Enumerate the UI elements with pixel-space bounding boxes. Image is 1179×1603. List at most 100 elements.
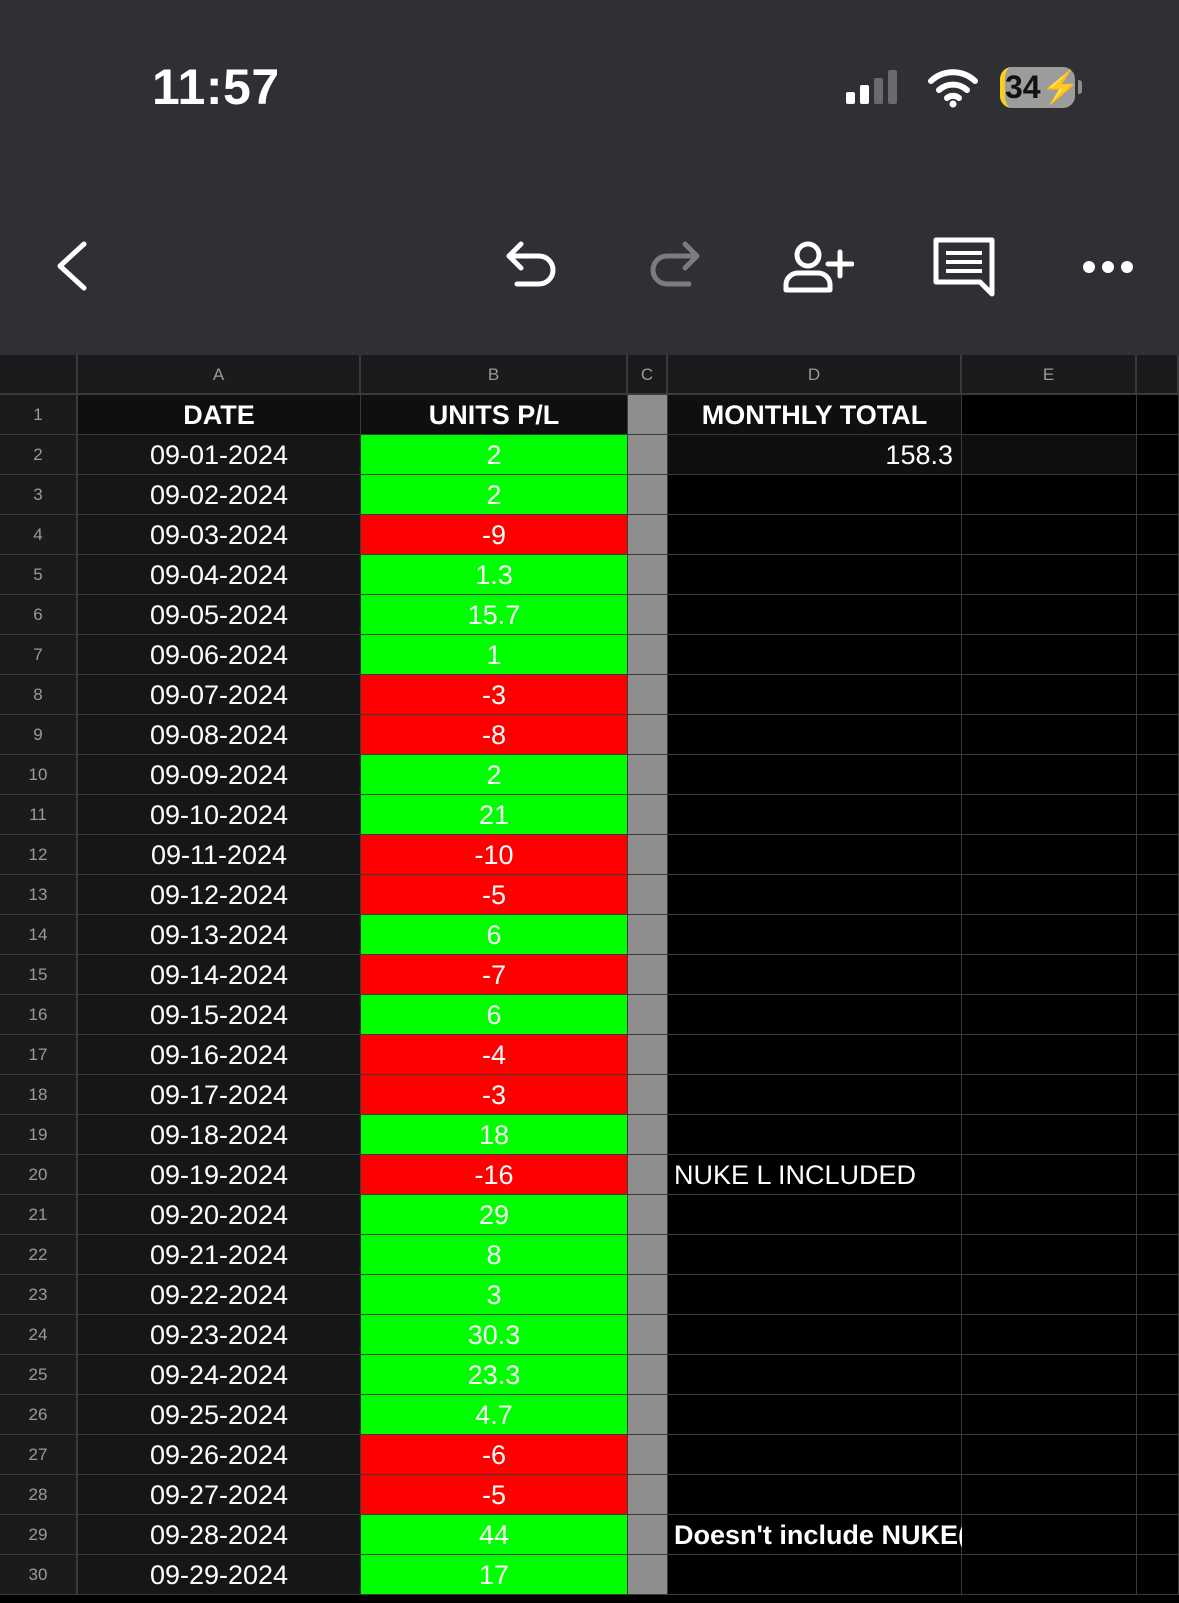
grid-corner[interactable] — [0, 355, 78, 395]
row-number[interactable]: 4 — [0, 515, 78, 555]
column-c-cell[interactable] — [628, 835, 668, 875]
column-f-cell[interactable] — [1137, 795, 1179, 835]
column-e-cell[interactable] — [962, 1355, 1137, 1395]
note-cell[interactable]: Doesn't include NUKE(recap as 3U) — [668, 1515, 1128, 1555]
row-number[interactable]: 11 — [0, 795, 78, 835]
units-cell[interactable]: 6 — [361, 995, 628, 1035]
row-number[interactable]: 30 — [0, 1555, 78, 1595]
date-cell[interactable]: 09-20-2024 — [78, 1195, 361, 1235]
column-c-cell[interactable] — [628, 635, 668, 675]
column-header-d[interactable]: D — [668, 355, 962, 395]
column-f-cell[interactable] — [1137, 1435, 1179, 1475]
date-cell[interactable]: 09-19-2024 — [78, 1155, 361, 1195]
column-d-cell[interactable] — [668, 635, 962, 675]
column-c-cell[interactable] — [628, 1355, 668, 1395]
column-f-cell[interactable] — [1137, 1475, 1179, 1515]
column-f-cell[interactable] — [1137, 635, 1179, 675]
row-number[interactable]: 25 — [0, 1355, 78, 1395]
column-e-cell[interactable] — [962, 1035, 1137, 1075]
units-cell[interactable]: 2 — [361, 755, 628, 795]
column-f-cell[interactable] — [1137, 1395, 1179, 1435]
column-e-cell[interactable] — [962, 435, 1137, 475]
row-number[interactable]: 19 — [0, 1115, 78, 1155]
column-c-cell[interactable] — [628, 795, 668, 835]
units-cell[interactable]: 1.3 — [361, 555, 628, 595]
units-cell[interactable]: 4.7 — [361, 1395, 628, 1435]
column-c-cell[interactable] — [628, 435, 668, 475]
units-cell[interactable]: 17 — [361, 1555, 628, 1595]
row-number[interactable]: 15 — [0, 955, 78, 995]
redo-icon[interactable] — [645, 240, 705, 290]
column-d-cell[interactable] — [668, 1235, 962, 1275]
column-c-cell[interactable] — [628, 1515, 668, 1555]
units-cell[interactable]: -7 — [361, 955, 628, 995]
row-number[interactable]: 20 — [0, 1155, 78, 1195]
note-cell[interactable]: NUKE L INCLUDED — [668, 1155, 962, 1195]
date-cell[interactable]: 09-09-2024 — [78, 755, 361, 795]
column-c-cell[interactable] — [628, 555, 668, 595]
column-e-cell[interactable] — [962, 955, 1137, 995]
column-d-cell[interactable] — [668, 795, 962, 835]
column-e-cell[interactable] — [962, 1555, 1137, 1595]
date-cell[interactable]: 09-24-2024 — [78, 1355, 361, 1395]
units-cell[interactable]: -3 — [361, 1075, 628, 1115]
column-c-cell[interactable] — [628, 995, 668, 1035]
column-c-cell[interactable] — [628, 595, 668, 635]
date-cell[interactable]: 09-05-2024 — [78, 595, 361, 635]
row-number[interactable]: 22 — [0, 1235, 78, 1275]
row-number[interactable]: 10 — [0, 755, 78, 795]
column-f-cell[interactable] — [1137, 835, 1179, 875]
column-e-cell[interactable] — [962, 875, 1137, 915]
back-icon[interactable] — [52, 240, 92, 292]
column-c-cell[interactable] — [628, 1395, 668, 1435]
column-d-cell[interactable] — [668, 915, 962, 955]
column-e-cell[interactable] — [962, 1275, 1137, 1315]
column-c-cell[interactable] — [628, 1275, 668, 1315]
column-e-cell[interactable] — [962, 675, 1137, 715]
date-cell[interactable]: 09-22-2024 — [78, 1275, 361, 1315]
units-cell[interactable]: 2 — [361, 435, 628, 475]
row-number[interactable]: 5 — [0, 555, 78, 595]
row-number[interactable]: 9 — [0, 715, 78, 755]
column-e-cell[interactable] — [962, 1515, 1137, 1555]
monthly-total-header-cell[interactable]: MONTHLY TOTAL — [668, 395, 962, 435]
column-e-cell[interactable] — [962, 715, 1137, 755]
column-f-cell[interactable] — [1137, 395, 1179, 435]
row-number[interactable]: 16 — [0, 995, 78, 1035]
row-number[interactable]: 12 — [0, 835, 78, 875]
monthly-total-value[interactable]: 158.3 — [668, 435, 962, 475]
units-cell[interactable]: 29 — [361, 1195, 628, 1235]
column-c-cell[interactable] — [628, 755, 668, 795]
column-c-cell[interactable] — [628, 1115, 668, 1155]
column-d-cell[interactable] — [668, 1555, 962, 1595]
row-number[interactable]: 1 — [0, 395, 78, 435]
column-c-cell[interactable] — [628, 395, 668, 435]
column-c-cell[interactable] — [628, 475, 668, 515]
row-number[interactable]: 17 — [0, 1035, 78, 1075]
units-cell[interactable]: 21 — [361, 795, 628, 835]
units-cell[interactable]: -6 — [361, 1435, 628, 1475]
units-cell[interactable]: 30.3 — [361, 1315, 628, 1355]
units-cell[interactable]: 3 — [361, 1275, 628, 1315]
column-d-cell[interactable] — [668, 955, 962, 995]
column-f-cell[interactable] — [1137, 515, 1179, 555]
column-d-cell[interactable] — [668, 515, 962, 555]
row-number[interactable]: 21 — [0, 1195, 78, 1235]
row-number[interactable]: 27 — [0, 1435, 78, 1475]
column-c-cell[interactable] — [628, 1235, 668, 1275]
column-c-cell[interactable] — [628, 1555, 668, 1595]
units-cell[interactable]: 15.7 — [361, 595, 628, 635]
units-cell[interactable]: -4 — [361, 1035, 628, 1075]
column-e-cell[interactable] — [962, 755, 1137, 795]
column-d-cell[interactable] — [668, 1035, 962, 1075]
add-person-icon[interactable] — [782, 240, 854, 294]
column-d-cell[interactable] — [668, 1275, 962, 1315]
column-f-cell[interactable] — [1137, 1115, 1179, 1155]
row-number[interactable]: 7 — [0, 635, 78, 675]
column-c-cell[interactable] — [628, 1035, 668, 1075]
units-cell[interactable]: -5 — [361, 1475, 628, 1515]
date-cell[interactable]: 09-06-2024 — [78, 635, 361, 675]
column-c-cell[interactable] — [628, 875, 668, 915]
column-f-cell[interactable] — [1137, 435, 1179, 475]
column-e-cell[interactable] — [962, 555, 1137, 595]
